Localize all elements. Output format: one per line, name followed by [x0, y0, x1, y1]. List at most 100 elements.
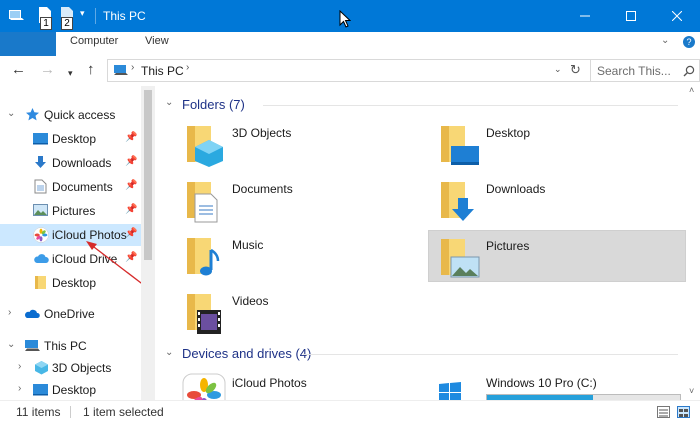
content-pane: ⌄ Folders (7) 3D Objects Desktop Documen… [155, 86, 700, 400]
tiles-view-icon [679, 409, 688, 417]
pin-icon[interactable]: 📌 [125, 156, 137, 167]
tab-computer[interactable]: Computer [70, 35, 118, 47]
folder-tile-desktop[interactable]: Desktop [429, 118, 687, 170]
expand-chevron-icon[interactable]: › [18, 383, 21, 394]
search-icon[interactable] [683, 65, 695, 77]
nav-item-label: This PC [44, 339, 87, 353]
search-box[interactable]: Search This... [591, 59, 700, 82]
navigation-pane: ⌄ Quick access Desktop 📌 Downloads 📌 Doc… [0, 86, 155, 400]
annotation-arrow [86, 241, 146, 287]
ribbon: Computer View ⌄ ? [0, 32, 700, 56]
downloads-folder-icon [441, 182, 474, 221]
expand-ribbon-icon[interactable]: ⌄ [661, 35, 669, 46]
breadcrumb-this-pc[interactable]: This PC [141, 64, 184, 78]
music-folder-icon [187, 238, 220, 276]
desktop-icon [33, 133, 48, 145]
address-bar[interactable]: › This PC › ⌄ ↻ [107, 59, 591, 82]
window-title: This PC [103, 9, 146, 23]
nav-item-documents[interactable]: Documents 📌 [0, 176, 141, 198]
expand-chevron-icon[interactable]: › [8, 307, 11, 318]
tiles-view-button[interactable] [677, 406, 690, 418]
customize-qat-icon[interactable]: ▾ [80, 8, 85, 19]
explorer-app-icon[interactable] [8, 6, 26, 27]
folder-tile-3d-objects[interactable]: 3D Objects [175, 118, 433, 170]
tile-label: Documents [232, 182, 293, 196]
nav-quick-access[interactable]: ⌄ Quick access [0, 104, 141, 126]
nav-item-downloads[interactable]: Downloads 📌 [0, 152, 141, 174]
help-icon[interactable]: ? [683, 36, 695, 48]
nav-item-label: Downloads [52, 156, 112, 170]
folders-group-header[interactable]: Folders (7) [182, 97, 245, 112]
nav-item-3d-objects[interactable]: › 3D Objects [0, 357, 141, 379]
devices-group-header[interactable]: Devices and drives (4) [182, 346, 311, 361]
folder-tile-music[interactable]: Music [175, 230, 433, 282]
nav-item-desktop[interactable]: Desktop 📌 [0, 128, 141, 150]
refresh-button[interactable]: ↻ [570, 62, 581, 78]
tile-label: Downloads [486, 182, 546, 196]
status-separator [70, 406, 71, 418]
tab-view[interactable]: View [145, 35, 169, 47]
minimize-button[interactable] [562, 0, 608, 32]
star-icon [26, 108, 39, 121]
details-view-button[interactable] [657, 406, 670, 418]
tile-label: Windows 10 Pro (C:) [486, 376, 597, 390]
close-icon [672, 11, 682, 21]
address-dropdown-icon[interactable]: ⌄ [554, 64, 562, 75]
content-scrollbar[interactable]: ˄ ˅ [686, 86, 700, 400]
device-tile-icloud-photos[interactable]: iCloud Photos [175, 368, 433, 400]
documents-folder-icon [187, 182, 218, 223]
desktop-icon [33, 384, 48, 396]
tile-label: Desktop [486, 126, 531, 140]
expand-chevron-icon[interactable]: › [18, 361, 21, 372]
close-button[interactable] [654, 0, 700, 32]
pin-icon[interactable]: 📌 [125, 180, 137, 191]
icloud-photos-icon [182, 373, 226, 400]
nav-item-desktop-pc[interactable]: › Desktop [0, 379, 141, 400]
nav-item-onedrive[interactable]: › OneDrive [0, 303, 141, 325]
nav-item-label: Desktop [52, 132, 97, 146]
collapse-chevron-icon[interactable]: ⌄ [7, 339, 15, 350]
status-selected-count: 1 item selected [83, 405, 164, 419]
collapse-chevron-icon[interactable]: ⌄ [7, 108, 15, 119]
group-collapse-icon[interactable]: ⌄ [165, 97, 173, 108]
status-bar: 11 items 1 item selected [0, 400, 700, 423]
forward-button[interactable]: → [40, 61, 55, 79]
back-button[interactable]: ← [11, 61, 26, 79]
maximize-button[interactable] [608, 0, 654, 32]
tile-label: 3D Objects [232, 126, 292, 140]
device-tile-c-drive[interactable]: Windows 10 Pro (C:) [429, 368, 687, 400]
recent-locations-icon[interactable]: ▾ [68, 64, 73, 82]
nav-item-label: Desktop [52, 383, 97, 397]
pin-icon[interactable]: 📌 [125, 132, 137, 143]
folder-tile-videos[interactable]: Videos [175, 286, 433, 338]
breadcrumb-separator-icon[interactable]: › [131, 62, 134, 73]
file-tab[interactable] [0, 32, 56, 56]
search-input[interactable]: Search This... [597, 64, 671, 78]
folder-tile-downloads[interactable]: Downloads [429, 174, 687, 226]
folder-tile-documents[interactable]: Documents [175, 174, 433, 226]
nav-item-this-pc[interactable]: ⌄ This PC [0, 335, 141, 357]
nav-scrollbar[interactable] [141, 86, 155, 400]
windows-drive-icon [439, 382, 461, 400]
group-divider [303, 354, 678, 355]
tile-label: Music [232, 238, 264, 252]
scroll-down-icon[interactable]: ˅ [689, 386, 694, 396]
tile-label: Pictures [486, 239, 530, 253]
folder-tile-pictures[interactable]: Pictures [428, 230, 686, 282]
nav-item-label: Pictures [52, 204, 96, 218]
group-collapse-icon[interactable]: ⌄ [165, 347, 173, 358]
up-button[interactable]: ↑ [87, 61, 95, 79]
pictures-folder-icon [441, 239, 480, 278]
downloads-icon [35, 156, 46, 168]
pin-icon[interactable]: 📌 [125, 204, 137, 215]
nav-scrollbar-thumb[interactable] [144, 90, 152, 260]
breadcrumb-chevron-icon[interactable]: › [186, 62, 189, 73]
desktop-folder-icon [441, 126, 479, 165]
this-pc-icon [25, 340, 40, 351]
documents-icon [34, 179, 47, 194]
3d-objects-folder-icon [187, 126, 223, 167]
nav-item-pictures[interactable]: Pictures 📌 [0, 200, 141, 222]
group-divider [263, 105, 678, 106]
scroll-up-icon[interactable]: ˄ [689, 86, 694, 95]
status-items-count: 11 items [16, 405, 61, 419]
